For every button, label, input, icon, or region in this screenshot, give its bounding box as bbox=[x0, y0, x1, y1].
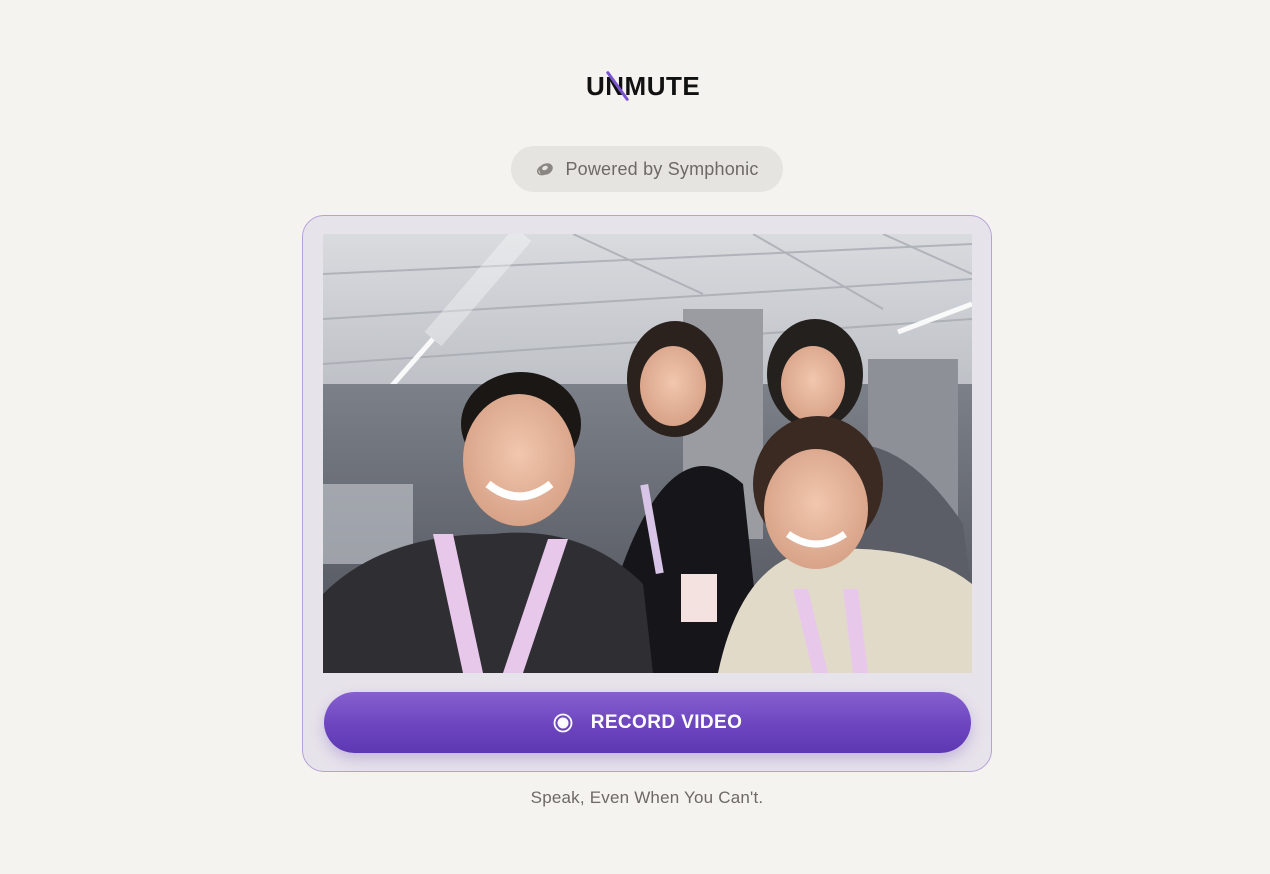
camera-card: RECORD VIDEO bbox=[302, 215, 992, 772]
record-video-button[interactable]: RECORD VIDEO bbox=[324, 692, 971, 753]
camera-preview-image bbox=[323, 234, 972, 673]
logo-text: UNMUTE bbox=[586, 71, 701, 101]
camera-preview bbox=[323, 234, 972, 673]
app-logo: UNMUTE bbox=[586, 70, 710, 102]
record-video-label: RECORD VIDEO bbox=[590, 711, 743, 733]
app-page: UNMUTE Powered by Symphonic RECORD VIDEO… bbox=[0, 0, 1270, 874]
powered-by-badge: Powered by Symphonic bbox=[511, 146, 783, 192]
tagline: Speak, Even When You Can't. bbox=[530, 788, 764, 807]
powered-by-label: Powered by Symphonic bbox=[565, 158, 759, 179]
record-icon bbox=[553, 713, 573, 733]
symphonic-logo-icon bbox=[535, 159, 555, 179]
